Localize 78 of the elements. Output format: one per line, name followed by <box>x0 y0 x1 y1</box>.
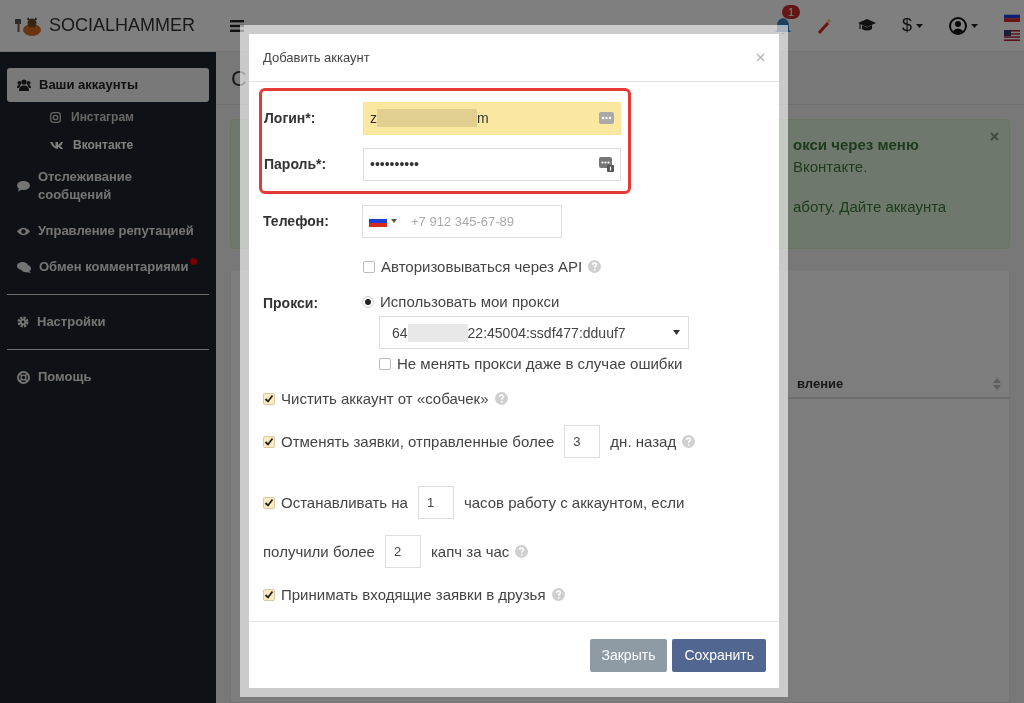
notice-text: аботу. Дайте аккаунта <box>793 197 947 217</box>
caret-icon <box>673 330 680 335</box>
option-label: Отменять заявки, отправленные более <box>281 433 555 450</box>
sidebar-item[interactable]: Помощь <box>7 360 209 394</box>
option-label: Останавливать на <box>281 494 408 511</box>
alert-dot <box>190 258 197 265</box>
menu-icon[interactable] <box>230 19 244 32</box>
checkbox[interactable] <box>379 357 391 370</box>
eye-icon <box>17 226 30 236</box>
sidebar-item[interactable]: Отслеживание сообщений <box>7 160 209 212</box>
notice-text: Вконтакте. <box>793 157 868 177</box>
sidebar-item[interactable]: Управление репутацией <box>7 214 209 248</box>
radio-button[interactable] <box>362 295 374 308</box>
option-label: капч за час <box>430 543 510 560</box>
field-label: Логин*: <box>264 110 317 126</box>
notification-badge: 1 <box>782 4 801 19</box>
bell-icon[interactable] <box>774 16 792 35</box>
sidebar-item[interactable]: Обмен комментариями <box>7 250 209 284</box>
user-avatar-icon <box>949 16 967 35</box>
logo-text: SOCIALHAMMER <box>49 15 196 36</box>
sidebar-subitem[interactable]: Инстаграм <box>7 104 209 132</box>
number-field[interactable]: 1 <box>417 486 454 519</box>
help-icon <box>494 392 508 405</box>
notice-text: окси через меню <box>793 135 919 155</box>
option-label: дн. назад <box>610 433 677 450</box>
password-field[interactable]: •••••••••• <box>363 147 621 181</box>
help-icon <box>515 545 529 558</box>
help-icon <box>551 588 565 601</box>
option-label: получили более <box>263 543 375 560</box>
user-menu[interactable] <box>949 16 978 35</box>
instagram-icon <box>50 111 61 123</box>
sidebar-subitem[interactable]: Вконтакте <box>7 132 209 160</box>
vk-icon <box>50 141 63 149</box>
help-icon <box>682 435 696 448</box>
field-label: Телефон: <box>263 213 330 229</box>
help-icon <box>588 260 602 273</box>
comments-icon <box>17 261 31 273</box>
number-field[interactable]: 2 <box>384 535 421 568</box>
option-label: Использовать мои прокси <box>380 293 560 310</box>
checkbox[interactable] <box>263 392 275 405</box>
speech-bubble-icon <box>17 180 30 192</box>
dialog-title: Добавить аккаунт <box>263 50 370 65</box>
column-header[interactable]: вление <box>787 370 1009 399</box>
settings-icon <box>17 316 29 328</box>
phone-field[interactable]: +7 912 345-67-89 <box>362 204 562 238</box>
checkbox[interactable] <box>263 435 275 448</box>
login-field[interactable]: z m <box>363 101 621 135</box>
hammer-mascot-icon <box>15 15 43 36</box>
checkbox[interactable] <box>263 588 275 601</box>
caret-icon <box>391 219 397 223</box>
sort-icon <box>993 377 1001 390</box>
checkbox[interactable] <box>263 496 275 509</box>
currency-menu[interactable]: $ <box>902 15 923 36</box>
russian-flag-icon <box>369 215 387 227</box>
magic-wand-icon[interactable] <box>818 17 832 34</box>
field-label: Прокси: <box>263 294 320 311</box>
lifebuoy-icon <box>17 370 30 384</box>
us-flag-icon[interactable] <box>1004 29 1020 41</box>
checkbox[interactable] <box>363 260 375 273</box>
option-label: Чистить аккаунт от «собачек» <box>281 390 489 407</box>
save-button[interactable]: Сохранить <box>672 638 766 672</box>
sidebar-item[interactable]: Настройки <box>7 305 209 339</box>
password-key-icon <box>599 156 614 172</box>
graduation-cap-icon[interactable] <box>858 19 876 32</box>
close-button[interactable]: Закрыть <box>589 638 668 672</box>
users-icon <box>17 79 31 91</box>
field-label: Пароль*: <box>264 156 328 172</box>
caret-icon <box>916 23 923 28</box>
option-label: часов работу с аккаунтом, если <box>463 494 685 511</box>
option-label: Не менять прокси даже в случае ошибки <box>397 355 683 372</box>
option-label: Принимать входящие заявки в друзья <box>281 586 546 603</box>
ellipsis-icon <box>599 112 614 124</box>
number-field[interactable]: 3 <box>564 425 601 458</box>
caret-icon <box>971 23 978 28</box>
country-selector[interactable] <box>369 215 397 227</box>
option-label: Авторизовываться через API <box>381 258 583 275</box>
proxy-select[interactable]: 64 22:45004:ssdf477:dduuf7 <box>379 316 689 349</box>
sidebar-item[interactable]: Ваши аккаунты <box>7 68 209 102</box>
